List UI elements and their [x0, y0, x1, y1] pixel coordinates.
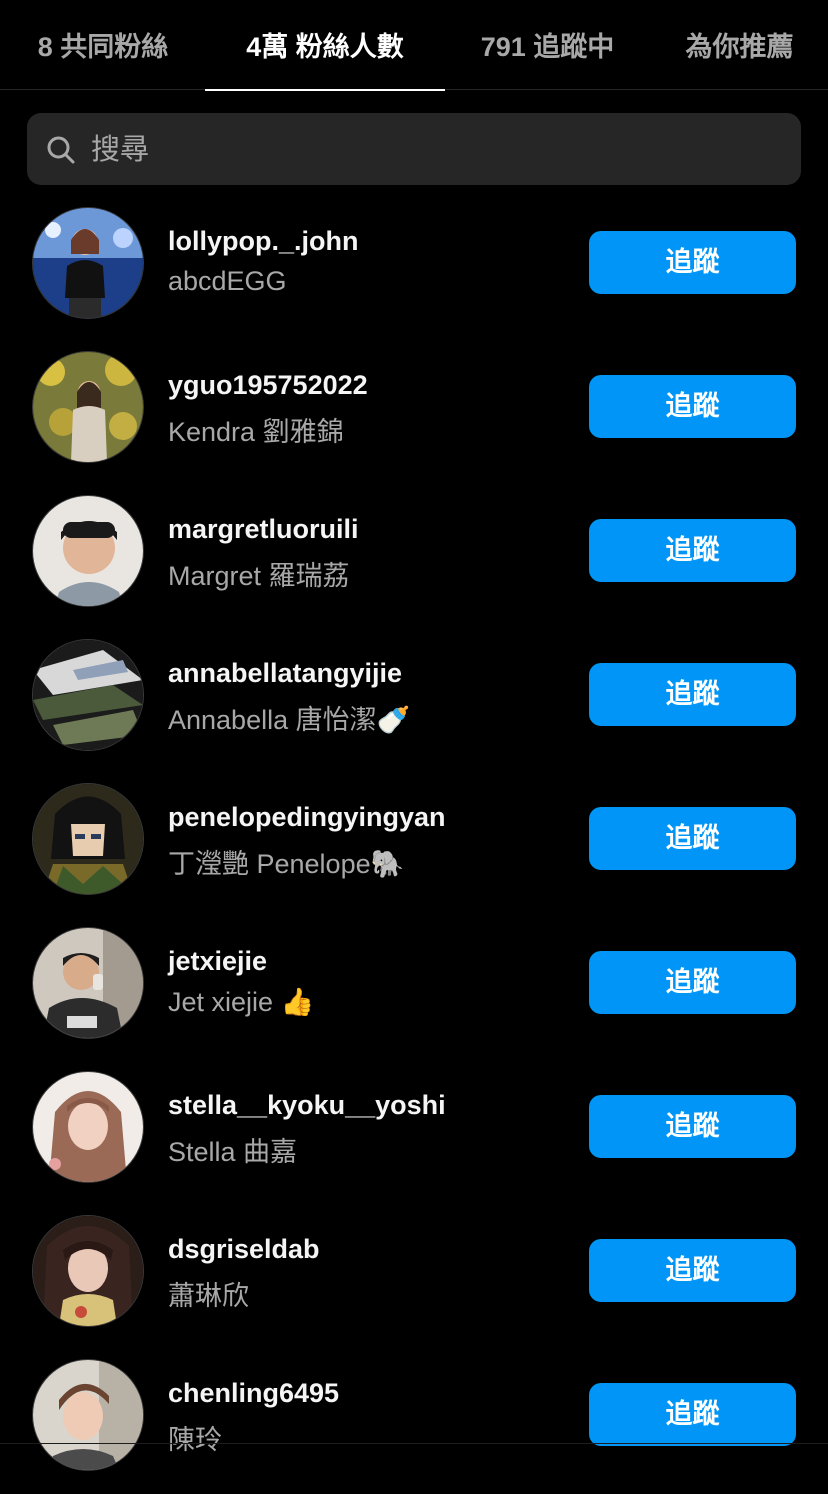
avatar[interactable] — [33, 640, 143, 750]
username[interactable]: chenling6495 — [168, 1378, 339, 1409]
avatar[interactable] — [33, 1216, 143, 1326]
follower-row: chenling6495 陳玲 追蹤 — [0, 1350, 828, 1494]
bottom-divider — [0, 1443, 828, 1444]
full-name: 蕭琳欣 — [168, 1281, 249, 1311]
search-bar[interactable] — [27, 113, 801, 185]
tab-suggested[interactable]: 為你推薦 — [672, 0, 807, 90]
full-name: 陳玲 — [168, 1425, 222, 1455]
follow-button[interactable]: 追蹤 — [589, 951, 796, 1014]
tab-following[interactable]: 791 追蹤中 — [465, 0, 630, 90]
follow-button[interactable]: 追蹤 — [589, 807, 796, 870]
avatar[interactable] — [33, 784, 143, 894]
avatar[interactable] — [33, 1072, 143, 1182]
follow-button[interactable]: 追蹤 — [589, 1095, 796, 1158]
follow-button[interactable]: 追蹤 — [589, 663, 796, 726]
full-name: Kendra 劉雅錦 — [168, 417, 344, 447]
username[interactable]: margretluoruili — [168, 514, 359, 545]
username[interactable]: jetxiejie — [168, 946, 267, 977]
full-name: 丁瀅艷 Penelope🐘 — [168, 849, 405, 879]
username[interactable]: dsgriseldab — [168, 1234, 320, 1265]
follower-row: lollypop._.john abcdEGG 追蹤 — [0, 198, 828, 342]
full-name: Stella 曲嘉 — [168, 1137, 298, 1167]
follow-button[interactable]: 追蹤 — [589, 375, 796, 438]
tab-bar: 8 共同粉絲 4萬 粉絲人數 791 追蹤中 為你推薦 — [0, 0, 828, 91]
full-name: abcdEGG — [168, 266, 287, 296]
tab-followers-label: 4萬 粉絲人數 — [246, 32, 404, 62]
follower-row: dsgriseldab 蕭琳欣 追蹤 — [0, 1206, 828, 1350]
avatar[interactable] — [33, 352, 143, 462]
username[interactable]: stella__kyoku__yoshi — [168, 1090, 446, 1121]
avatar[interactable] — [33, 496, 143, 606]
search-input[interactable] — [91, 113, 781, 185]
username[interactable]: yguo195752022 — [168, 370, 368, 401]
follower-row: stella__kyoku__yoshi Stella 曲嘉 追蹤 — [0, 1062, 828, 1206]
avatar[interactable] — [33, 928, 143, 1038]
follow-button[interactable]: 追蹤 — [589, 1383, 796, 1446]
follower-list: lollypop._.john abcdEGG 追蹤 yguo195752022… — [0, 198, 828, 1494]
avatar[interactable] — [33, 208, 143, 318]
search-icon — [47, 136, 75, 164]
username[interactable]: annabellatangyijie — [168, 658, 402, 689]
follower-row: annabellatangyijie Annabella 唐怡潔🍼 追蹤 — [0, 630, 828, 774]
follower-row: jetxiejie Jet xiejie 👍 追蹤 — [0, 918, 828, 1062]
tab-followers[interactable]: 4萬 粉絲人數 — [205, 0, 445, 91]
active-tab-underline — [205, 89, 445, 91]
follow-button[interactable]: 追蹤 — [589, 231, 796, 294]
full-name: Annabella 唐怡潔🍼 — [168, 705, 411, 735]
follower-row: margretluoruili Margret 羅瑞荔 追蹤 — [0, 486, 828, 630]
tab-mutual-followers[interactable]: 8 共同粉絲 — [18, 0, 188, 90]
follower-row: yguo195752022 Kendra 劉雅錦 追蹤 — [0, 342, 828, 486]
username[interactable]: lollypop._.john — [168, 226, 359, 257]
full-name: Margret 羅瑞荔 — [168, 561, 350, 591]
full-name: Jet xiejie 👍 — [168, 987, 315, 1017]
username[interactable]: penelopedingyingyan — [168, 802, 446, 833]
follow-button[interactable]: 追蹤 — [589, 1239, 796, 1302]
follow-button[interactable]: 追蹤 — [589, 519, 796, 582]
follower-row: penelopedingyingyan 丁瀅艷 Penelope🐘 追蹤 — [0, 774, 828, 918]
avatar[interactable] — [33, 1360, 143, 1470]
